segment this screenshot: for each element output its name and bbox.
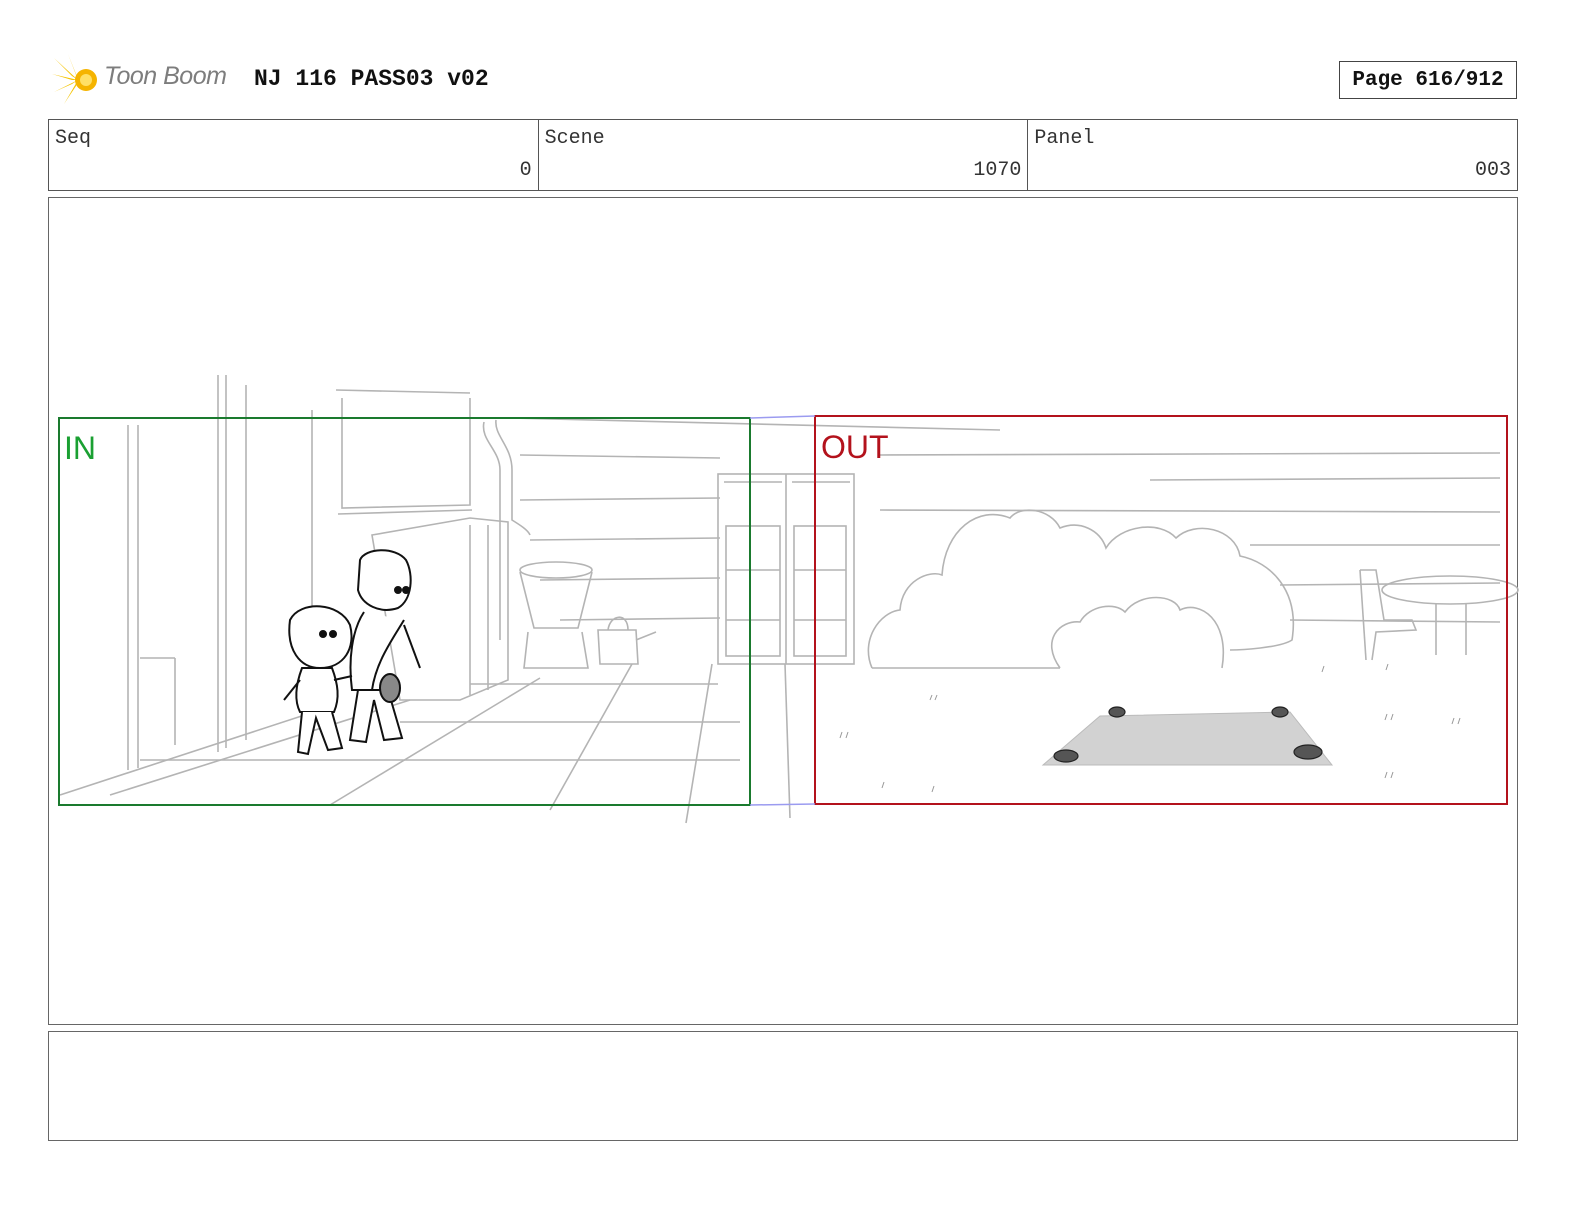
in-frame bbox=[58, 417, 751, 806]
camera-path-top bbox=[749, 415, 816, 419]
out-label: OUT bbox=[821, 429, 889, 465]
notes-box bbox=[48, 1031, 1518, 1141]
characters bbox=[283, 549, 421, 756]
camera-path-bottom bbox=[749, 803, 816, 806]
in-label: IN bbox=[64, 430, 96, 466]
stone-patch bbox=[1041, 706, 1334, 766]
